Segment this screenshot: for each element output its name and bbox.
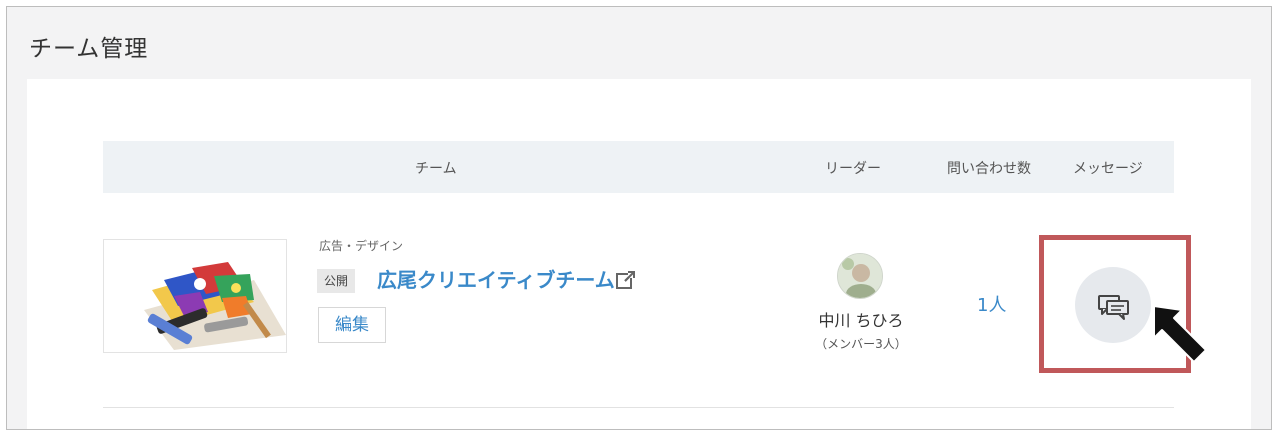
row-divider (103, 407, 1174, 408)
header-inquiries: 問い合わせ数 (947, 161, 1031, 177)
team-thumbnail-image (103, 239, 287, 353)
leader-member-count: （メンバー3人） (815, 337, 907, 351)
page-frame: チーム管理 チーム リーダー 問い合わせ数 メッセージ 広告・デザイン 公開 広… (6, 6, 1272, 430)
message-button[interactable] (1075, 267, 1151, 343)
team-category: 広告・デザイン (319, 239, 404, 253)
page-title: チーム管理 (29, 36, 149, 62)
status-badge: 公開 (317, 269, 356, 293)
table-header: チーム リーダー 問い合わせ数 メッセージ (103, 141, 1174, 193)
chat-bubbles-icon (1098, 295, 1129, 320)
leader-avatar (837, 253, 883, 299)
external-link-icon[interactable] (615, 269, 637, 291)
leader-name: 中川 ちひろ (818, 311, 904, 330)
header-message: メッセージ (1073, 161, 1143, 177)
inquiry-count-link[interactable]: 1人 (977, 291, 1006, 317)
team-table-panel: チーム リーダー 問い合わせ数 メッセージ 広告・デザイン 公開 広尾クリエイテ… (27, 79, 1251, 429)
header-leader: リーダー (825, 161, 881, 177)
edit-button[interactable]: 編集 (318, 307, 386, 343)
pointer-arrow-icon (1153, 305, 1207, 363)
team-name-link[interactable]: 広尾クリエイティブチーム (377, 264, 615, 293)
header-team: チーム (415, 161, 457, 177)
